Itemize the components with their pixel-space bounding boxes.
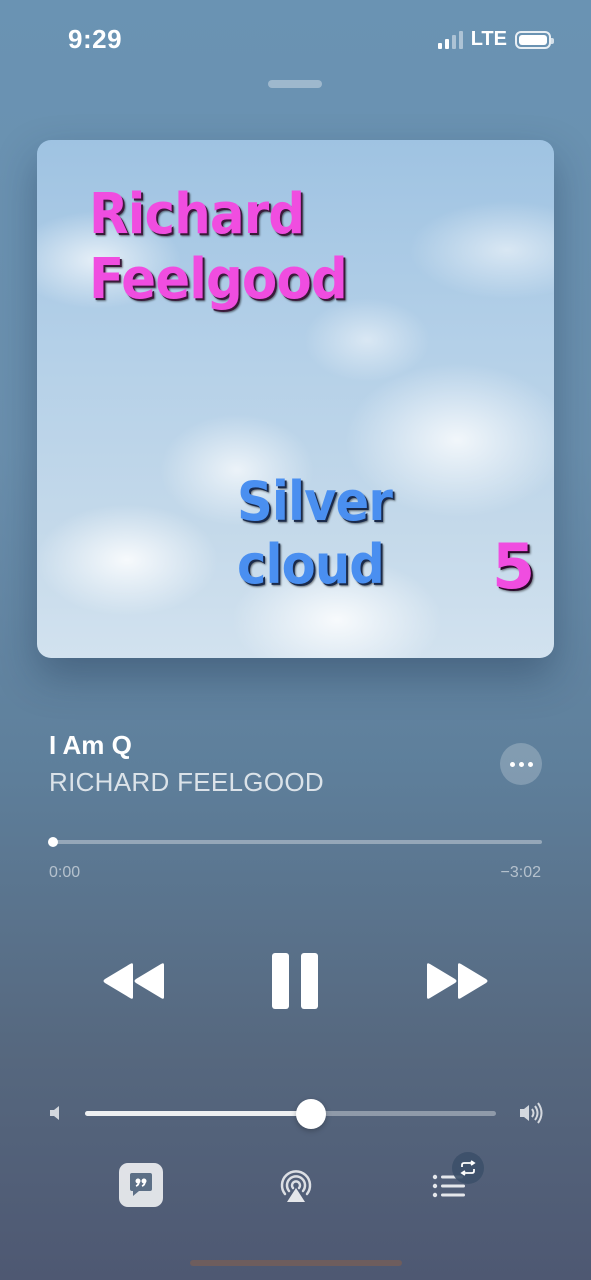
elapsed-time: 0:00 [49,864,81,881]
album-artwork: Richard Feelgood Silver cloud 5 [37,140,554,658]
song-artist[interactable]: RICHARD FEELGOOD [49,767,324,798]
ellipsis-icon [509,761,515,767]
volume-slider[interactable] [85,1099,496,1129]
cellular-signal-icon [437,30,463,49]
speaker-high-icon [520,1102,543,1124]
status-time: 9:29 [68,24,123,54]
playback-scrubber-knob[interactable] [48,837,58,847]
pause-icon [272,953,318,1009]
airplay-icon [280,1170,312,1202]
status-indicators: LTE [437,28,554,51]
home-indicator[interactable] [190,1260,402,1266]
volume-fill [85,1111,312,1116]
rewind-icon [103,963,164,999]
lyrics-quote-icon [130,1173,152,1196]
repeat-indicator[interactable] [452,1152,484,1184]
pause-button[interactable] [262,946,328,1016]
sheet-grabber[interactable] [268,80,322,88]
battery-icon [515,30,554,49]
remaining-time: −3:02 [500,864,541,881]
playback-scrubber[interactable] [48,837,542,847]
artwork-artist-text: Richard Feelgood [89,182,348,312]
fast-forward-icon [427,963,488,999]
fast-forward-button[interactable] [421,952,495,1010]
airplay-button[interactable] [277,1166,315,1204]
volume-knob[interactable] [296,1099,327,1129]
lyrics-button[interactable] [119,1163,163,1207]
more-options-button[interactable] [500,743,542,785]
network-type: LTE [470,28,507,50]
repeat-icon [460,1160,476,1176]
song-title[interactable]: I Am Q [49,730,132,761]
artwork-album-text: Silver cloud [237,470,393,596]
rewind-button[interactable] [96,952,170,1010]
speaker-low-icon [50,1106,59,1120]
artwork-number-text: 5 [492,530,536,603]
